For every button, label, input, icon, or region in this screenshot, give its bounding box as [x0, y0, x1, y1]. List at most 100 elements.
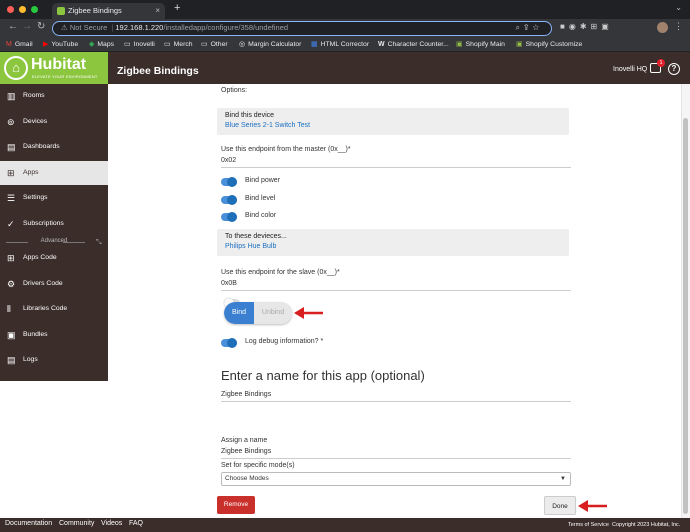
sidebar-item-libraries-code[interactable]: ⫴ Libraries Code	[0, 297, 108, 321]
footer-terms-link[interactable]: Terms of Service	[568, 522, 609, 528]
bind-device-panel[interactable]: Bind this device Blue Series 2-1 Switch …	[217, 108, 569, 135]
bookmark-gmail[interactable]: M Gmail	[6, 39, 33, 51]
footer-link-community[interactable]: Community	[59, 520, 94, 527]
bookmark-shopify-customize[interactable]: ▣ Shopify Customize	[516, 39, 582, 51]
bookmark-inovelli[interactable]: ▭ Inovelli	[124, 39, 155, 51]
bind-device-title: Bind this device	[225, 112, 275, 119]
page-scrollbar-thumb[interactable]	[683, 118, 688, 514]
new-tab-button[interactable]: +	[174, 2, 180, 14]
log-debug-label: Log debug information? *	[245, 338, 324, 345]
modes-select[interactable]: Choose Modes ▼	[221, 472, 571, 486]
url-host: 192.168.1.220	[115, 23, 164, 32]
house-icon: ⌂	[4, 56, 28, 80]
bookmark-shopify-main[interactable]: ▣ Shopify Main	[456, 39, 505, 51]
sidebar-item-devices[interactable]: ⊚ Devices	[0, 110, 108, 134]
bind-button[interactable]: Bind	[224, 302, 254, 324]
drivers-code-icon: ⚙	[7, 279, 16, 289]
master-endpoint-label: Use this endpoint from the master (0x__)…	[221, 146, 351, 153]
folder-icon: ▭	[201, 41, 208, 48]
sidebar-item-drivers-code[interactable]: ⚙ Drivers Code	[0, 272, 108, 296]
extensions-icons[interactable]: ■◉✱⊞▣	[560, 22, 613, 31]
unbind-button[interactable]: Unbind	[254, 302, 292, 324]
shopify-icon: ▣	[516, 41, 523, 48]
dashboards-icon: ▤	[7, 142, 16, 152]
bookmark-other[interactable]: ▭ Other	[201, 39, 228, 51]
master-endpoint-input[interactable]: 0x02	[221, 157, 236, 164]
app-name-input[interactable]: Zigbee Bindings	[221, 391, 271, 398]
sidebar-item-dashboards[interactable]: ▤ Dashboards	[0, 135, 108, 159]
app-name-heading: Enter a name for this app (optional)	[221, 368, 425, 383]
bind-level-label: Bind level	[245, 195, 276, 202]
bind-unbind-selector[interactable]: Bind Unbind	[224, 302, 292, 324]
sidebar-item-rooms[interactable]: ▥ Rooms	[0, 84, 108, 108]
close-window-icon[interactable]	[7, 6, 14, 13]
maximize-window-icon[interactable]	[31, 6, 38, 13]
bind-device-value[interactable]: Blue Series 2-1 Switch Test	[225, 122, 561, 129]
sidebar-item-subscriptions[interactable]: ✓ Subscriptions	[0, 212, 108, 236]
bookmark-maps[interactable]: ◆ Maps	[89, 39, 114, 51]
footer-link-videos[interactable]: Videos	[101, 520, 122, 527]
footer-copyright: Copyright 2023 Hubitat, Inc.	[612, 522, 681, 528]
hubitat-logo[interactable]: ⌂ Hubitat ELEVATE YOUR ENVIRONMENT	[0, 52, 108, 84]
bookmark-merch[interactable]: ▭ Merch	[164, 39, 193, 51]
hub-name[interactable]: Inovelli HQ	[613, 66, 647, 73]
forward-icon[interactable]: →	[22, 21, 32, 32]
sidebar-item-settings[interactable]: ☰ Settings	[0, 186, 108, 210]
sidebar-item-bundles[interactable]: ▣ Bundles	[0, 323, 108, 347]
reload-icon[interactable]: ↻	[37, 21, 45, 32]
page-title: Zigbee Bindings	[117, 65, 199, 77]
bind-power-toggle[interactable]	[221, 177, 237, 187]
shopify-icon: ▣	[456, 41, 463, 48]
footer-link-documentation[interactable]: Documentation	[5, 520, 52, 527]
bind-color-toggle[interactable]	[221, 212, 237, 222]
done-button[interactable]: Done	[544, 496, 576, 515]
app-name-underline	[221, 401, 571, 402]
bookmark-html-corrector[interactable]: ▦ HTML Corrector	[311, 39, 369, 51]
notifications-icon[interactable]: 1	[650, 59, 665, 73]
browser-tab-bar: Zigbee Bindings × + ⌄	[0, 0, 690, 19]
bind-level-toggle[interactable]	[221, 195, 237, 205]
profile-avatar[interactable]	[657, 22, 668, 33]
back-icon[interactable]: ←	[8, 21, 18, 32]
tab-title: Zigbee Bindings	[68, 6, 122, 15]
remove-button[interactable]: Remove	[217, 496, 255, 514]
bind-power-label: Bind power	[245, 177, 281, 184]
minimize-window-icon[interactable]	[19, 6, 26, 13]
assign-name-underline	[221, 458, 571, 459]
target-devices-title: To these devieces...	[225, 233, 287, 240]
bookmark-margin-calculator[interactable]: ◎ Margin Calculator	[239, 39, 301, 51]
help-icon[interactable]: ?	[668, 63, 680, 75]
browser-tab[interactable]: Zigbee Bindings ×	[52, 3, 165, 19]
bookmarks-bar: M Gmail ▶ YouTube ◆ Maps ▭ Inovelli ▭ Merch ▭…	[0, 38, 690, 52]
sidebar-item-apps[interactable]: ⊞ Apps	[0, 161, 108, 185]
slave-endpoint-label: Use this endpoint for the slave (0x__)*	[221, 269, 340, 276]
subscriptions-icon: ✓	[7, 219, 15, 229]
address-bar[interactable]: ⚠ Not Secure | 192.168.1.220/installedapp…	[52, 21, 552, 36]
sidebar-item-apps-code[interactable]: ⊞ Apps Code	[0, 246, 108, 270]
bind-color-label: Bind color	[245, 212, 277, 219]
annotation-arrow-done	[578, 500, 607, 512]
assign-name-input[interactable]: Zigbee Bindings	[221, 448, 271, 455]
footer-link-faq[interactable]: FAQ	[129, 520, 143, 527]
wordcounter-icon: W	[378, 41, 385, 48]
address-bar-actions[interactable]: ⌕⇪☆	[515, 22, 543, 34]
chevron-down-icon: ▼	[560, 476, 566, 482]
brand-name: Hubitat	[31, 56, 87, 73]
bookmark-youtube[interactable]: ▶ YouTube	[43, 39, 78, 51]
assign-name-label: Assign a name	[221, 437, 268, 444]
options-label: Options:	[221, 87, 248, 94]
modes-label: Set for specific mode(s)	[221, 462, 295, 469]
calculator-icon: ◎	[239, 41, 246, 48]
tab-search-icon[interactable]: ⌄	[675, 3, 682, 12]
folder-icon: ▭	[124, 41, 131, 48]
bookmark-character-counter[interactable]: W Character Counter...	[378, 39, 449, 51]
target-devices-panel[interactable]: To these devieces... Philips Hue Bulb	[217, 229, 569, 256]
not-secure-label: Not Secure	[69, 23, 108, 32]
sidebar-item-logs[interactable]: ▤ Logs	[0, 348, 108, 372]
log-debug-toggle[interactable]	[221, 338, 237, 348]
slave-endpoint-input[interactable]: 0x0B	[221, 280, 237, 287]
target-devices-value[interactable]: Philips Hue Bulb	[225, 243, 561, 250]
close-tab-icon[interactable]: ×	[155, 3, 160, 19]
browser-menu-icon[interactable]: ⋮	[674, 21, 683, 32]
annotation-arrow-bind	[294, 307, 323, 319]
